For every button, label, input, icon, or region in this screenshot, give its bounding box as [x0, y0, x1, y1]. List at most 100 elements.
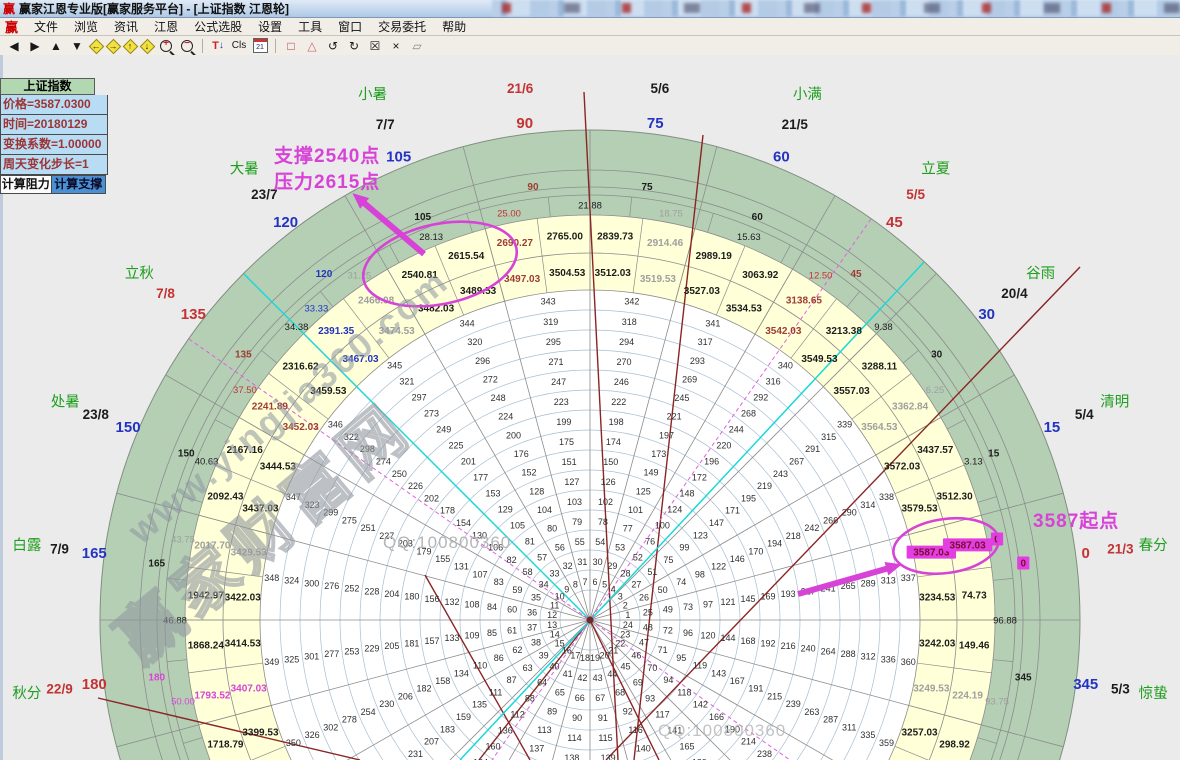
svg-text:360: 360 [901, 657, 916, 667]
svg-text:271: 271 [548, 357, 563, 367]
zoom-in-icon[interactable]: + [156, 37, 176, 54]
menu-item-10[interactable]: 帮助 [434, 20, 474, 34]
svg-text:178: 178 [440, 506, 455, 516]
svg-text:15.63: 15.63 [737, 232, 761, 243]
calendar-icon[interactable]: 21 [250, 37, 270, 54]
svg-text:21/5: 21/5 [782, 117, 809, 132]
select-box-icon[interactable]: ☒ [365, 37, 385, 54]
menu-item-4[interactable]: 江恩 [146, 20, 186, 34]
svg-text:160: 160 [485, 741, 500, 751]
svg-text:171: 171 [725, 506, 740, 516]
svg-text:144: 144 [720, 633, 735, 643]
svg-text:30: 30 [978, 306, 995, 323]
zoom-out-icon[interactable]: − [177, 37, 197, 54]
sort-icon[interactable]: T↓ [208, 37, 228, 54]
pan-right-icon[interactable]: → [105, 38, 121, 54]
nav-right-icon[interactable]: ▶ [25, 37, 45, 54]
svg-text:17: 17 [570, 650, 580, 660]
svg-text:89: 89 [547, 706, 557, 716]
svg-text:96: 96 [683, 628, 693, 638]
date-field: 时间=20180129 [0, 115, 108, 135]
svg-text:312: 312 [861, 652, 876, 662]
svg-text:1: 1 [625, 610, 630, 620]
svg-text:3429.53: 3429.53 [231, 548, 268, 559]
svg-text:122: 122 [711, 562, 726, 572]
svg-text:75: 75 [641, 182, 653, 193]
cls-button[interactable]: Cls [229, 37, 249, 54]
eraser-icon[interactable]: ▱ [407, 37, 427, 54]
svg-text:348: 348 [264, 573, 279, 583]
nav-down-icon[interactable]: ▼ [67, 37, 87, 54]
svg-text:2017.70: 2017.70 [194, 540, 231, 551]
draw-triangle-icon[interactable]: △ [302, 37, 322, 54]
svg-text:180: 180 [148, 673, 165, 684]
svg-text:198: 198 [609, 417, 624, 427]
svg-text:323: 323 [305, 500, 320, 510]
svg-text:66: 66 [575, 693, 585, 703]
svg-text:56: 56 [555, 542, 565, 552]
svg-text:64: 64 [537, 677, 547, 687]
draw-square-icon[interactable]: □ [281, 37, 301, 54]
gann-wheel-chart[interactable]: 1234567891011121314151617181920212223242… [0, 55, 1180, 760]
svg-text:152: 152 [521, 468, 536, 478]
svg-text:148: 148 [680, 489, 695, 499]
svg-text:320: 320 [467, 337, 482, 347]
svg-text:31: 31 [577, 557, 587, 567]
calc-support-button[interactable]: 计算支撑 [52, 175, 106, 194]
svg-text:1942.97: 1942.97 [188, 590, 225, 601]
svg-text:266: 266 [823, 515, 838, 525]
svg-text:155: 155 [435, 554, 450, 564]
rotate-cw-icon[interactable]: ↻ [344, 37, 364, 54]
svg-text:3.13: 3.13 [964, 457, 983, 468]
svg-text:85: 85 [487, 628, 497, 638]
menu-item-8[interactable]: 窗口 [330, 20, 370, 34]
menu-item-1[interactable]: 文件 [26, 20, 66, 34]
svg-text:294: 294 [619, 337, 634, 347]
index-data-panel: 上证指数 价格=3587.0300 时间=20180129 变换系数=1.000… [0, 78, 108, 194]
svg-text:3527.03: 3527.03 [684, 286, 721, 297]
cross-icon[interactable]: × [386, 37, 406, 54]
svg-text:239: 239 [786, 699, 801, 709]
menu-item-7[interactable]: 工具 [290, 20, 330, 34]
svg-text:90: 90 [572, 713, 582, 723]
svg-text:3519.53: 3519.53 [640, 274, 677, 285]
menu-item-5[interactable]: 公式选股 [186, 20, 250, 34]
svg-text:3249.53: 3249.53 [913, 683, 950, 694]
svg-text:264: 264 [821, 646, 836, 656]
svg-text:3459.53: 3459.53 [310, 386, 347, 397]
svg-text:251: 251 [361, 523, 376, 533]
svg-text:3399.53: 3399.53 [242, 727, 279, 738]
svg-text:2540.81: 2540.81 [402, 270, 439, 281]
svg-text:273: 273 [424, 408, 439, 418]
pan-up-icon[interactable]: ↑ [122, 38, 138, 54]
svg-text:194: 194 [767, 539, 782, 549]
step-field: 周天变化步长=1 [0, 155, 108, 175]
svg-text:127: 127 [564, 477, 579, 487]
menu-item-9[interactable]: 交易委托 [370, 20, 434, 34]
svg-text:202: 202 [424, 493, 439, 503]
nav-left-icon[interactable]: ◀ [4, 37, 24, 54]
menu-item-3[interactable]: 资讯 [106, 20, 146, 34]
calc-resistance-button[interactable]: 计算阻力 [0, 175, 52, 194]
pan-left-icon[interactable]: ← [88, 38, 104, 54]
svg-text:小暑: 小暑 [358, 86, 387, 103]
svg-text:176: 176 [514, 449, 529, 459]
svg-text:165: 165 [82, 545, 107, 562]
menu-item-2[interactable]: 浏览 [66, 20, 106, 34]
support-pressure-note: 支撑2540点 压力2615点 [274, 144, 380, 196]
svg-text:75: 75 [663, 555, 673, 565]
svg-text:7/8: 7/8 [156, 286, 175, 301]
svg-text:338: 338 [879, 492, 894, 502]
svg-text:249: 249 [436, 424, 451, 434]
svg-text:25.00: 25.00 [497, 208, 521, 219]
svg-text:2316.62: 2316.62 [282, 362, 319, 373]
svg-text:226: 226 [408, 481, 423, 491]
nav-up-icon[interactable]: ▲ [46, 37, 66, 54]
pan-down-icon[interactable]: ↓ [139, 38, 155, 54]
svg-text:101: 101 [628, 505, 643, 515]
gann-wheel-stage[interactable]: 1234567891011121314151617181920212223242… [0, 55, 1180, 760]
menu-item-6[interactable]: 设置 [250, 20, 290, 34]
rotate-ccw-icon[interactable]: ↺ [323, 37, 343, 54]
app-window: { "title_bar": {"icon": "赢", "title": "赢… [0, 0, 1180, 760]
svg-text:346: 346 [328, 420, 343, 430]
